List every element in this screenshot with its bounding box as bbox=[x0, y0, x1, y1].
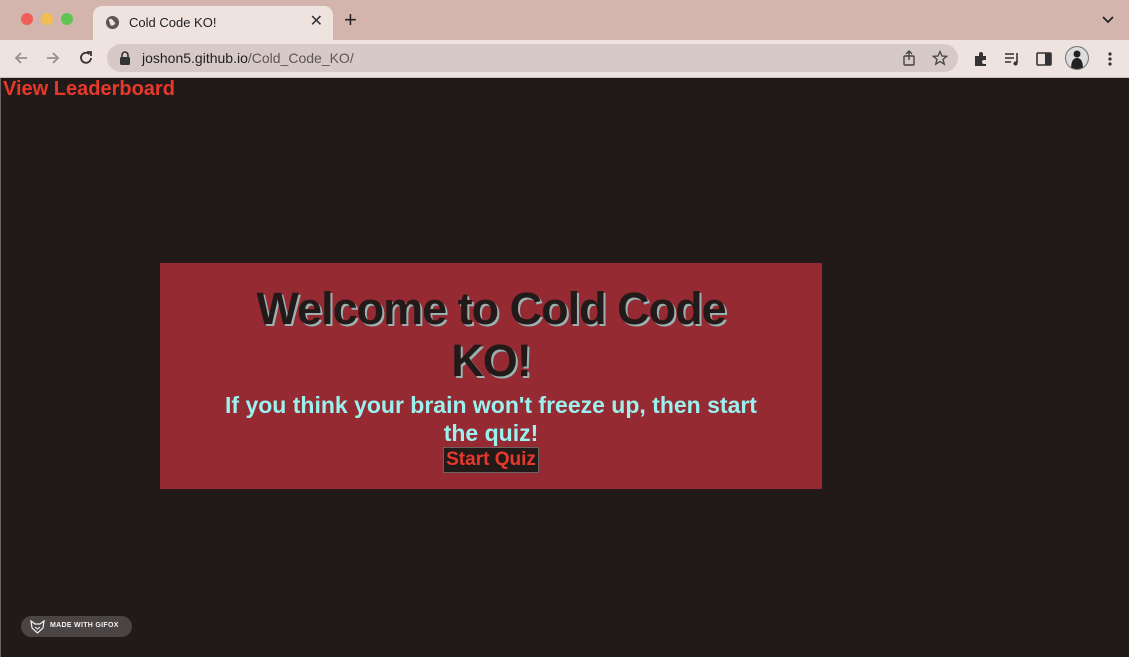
close-window-button[interactable] bbox=[21, 13, 33, 25]
media-icon[interactable] bbox=[1003, 50, 1021, 68]
maximize-window-button[interactable] bbox=[61, 13, 73, 25]
tab-title: Cold Code KO! bbox=[129, 15, 217, 30]
url-host: joshon5.github.io bbox=[142, 50, 248, 66]
forward-icon[interactable] bbox=[44, 49, 62, 67]
profile-avatar[interactable] bbox=[1065, 46, 1089, 70]
lock-icon[interactable] bbox=[119, 51, 131, 65]
gifox-watermark: MADE WITH GIFOX bbox=[21, 616, 132, 637]
new-tab-button[interactable]: + bbox=[344, 8, 357, 32]
page-subtitle: If you think your brain won't freeze up,… bbox=[225, 392, 757, 446]
view-leaderboard-link[interactable]: View Leaderboard bbox=[3, 78, 175, 101]
url-text[interactable]: joshon5.github.io/Cold_Code_KO/ bbox=[142, 50, 354, 66]
extensions-icon[interactable] bbox=[972, 50, 990, 68]
url-path: /Cold_Code_KO/ bbox=[247, 50, 354, 66]
close-tab-icon[interactable]: ✕ bbox=[310, 13, 323, 31]
person-silhouette-icon bbox=[1066, 47, 1088, 69]
share-icon[interactable] bbox=[901, 50, 917, 66]
globe-icon bbox=[105, 15, 120, 30]
browser-tab[interactable]: Cold Code KO! ✕ bbox=[93, 6, 333, 40]
page-title: Welcome to Cold Code KO! bbox=[256, 283, 726, 386]
fox-icon bbox=[30, 619, 45, 634]
watermark-text: MADE WITH GIFOX bbox=[50, 622, 119, 629]
welcome-card: Welcome to Cold Code KO! If you think yo… bbox=[160, 263, 822, 489]
page-viewport: View Leaderboard Welcome to Cold Code KO… bbox=[0, 78, 1129, 657]
bookmark-star-icon[interactable] bbox=[932, 50, 948, 66]
tab-list-chevron-icon[interactable] bbox=[1101, 12, 1115, 26]
reload-icon[interactable] bbox=[77, 49, 95, 67]
address-bar[interactable]: joshon5.github.io/Cold_Code_KO/ bbox=[107, 44, 958, 72]
tab-strip: Cold Code KO! ✕ + bbox=[0, 0, 1129, 40]
browser-toolbar: joshon5.github.io/Cold_Code_KO/ bbox=[0, 40, 1129, 78]
back-icon[interactable] bbox=[12, 49, 30, 67]
minimize-window-button[interactable] bbox=[41, 13, 53, 25]
side-panel-icon[interactable] bbox=[1035, 50, 1053, 68]
start-quiz-button[interactable]: Start Quiz bbox=[443, 447, 539, 473]
menu-icon[interactable] bbox=[1101, 50, 1119, 68]
